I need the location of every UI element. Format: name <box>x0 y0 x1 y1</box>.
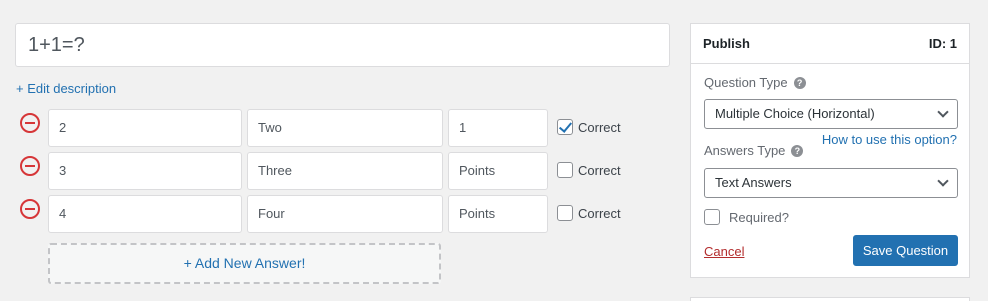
question-type-value: Multiple Choice (Horizontal) <box>715 106 875 121</box>
next-panel-edge <box>690 297 970 301</box>
required-toggle: Required? <box>704 209 789 225</box>
how-to-use-link[interactable]: How to use this option? <box>822 132 957 147</box>
answers-type-value: Text Answers <box>715 175 792 190</box>
correct-label: Correct <box>578 205 621 221</box>
answer-value-input[interactable]: 2 <box>48 109 242 147</box>
answer-value-input[interactable]: 3 <box>48 152 242 190</box>
chevron-down-icon <box>937 106 949 118</box>
chevron-down-icon <box>937 175 949 187</box>
publish-title: Publish <box>703 36 750 51</box>
publish-header: Publish ID: 1 <box>691 24 969 64</box>
question-title-input[interactable]: 1+1=? <box>15 23 670 67</box>
question-id: ID: 1 <box>928 36 957 51</box>
cancel-link[interactable]: Cancel <box>704 244 744 259</box>
correct-label: Correct <box>578 162 621 178</box>
answer-row: 3 Three Points Correct <box>20 152 640 190</box>
question-type-label: Question Type <box>704 75 788 90</box>
question-type-label-row: Question Type ? <box>704 75 806 90</box>
question-circle-icon[interactable]: ? <box>793 76 806 89</box>
answers-type-label-row: Answers Type ? <box>704 143 804 158</box>
edit-description-link[interactable]: + Edit description <box>16 81 116 96</box>
correct-checkbox[interactable] <box>557 119 573 135</box>
answer-text-input[interactable]: Four <box>247 195 443 233</box>
answer-value-input[interactable]: 4 <box>48 195 242 233</box>
answer-text-input[interactable]: Two <box>247 109 443 147</box>
remove-answer-icon[interactable] <box>20 199 40 219</box>
remove-answer-icon[interactable] <box>20 156 40 176</box>
correct-label: Correct <box>578 119 621 135</box>
answer-points-input[interactable]: Points <box>448 152 548 190</box>
correct-toggle: Correct <box>557 119 621 135</box>
question-circle-icon[interactable]: ? <box>791 144 804 157</box>
publish-panel: Publish ID: 1 Question Type ? Multiple C… <box>690 23 970 278</box>
answer-text-input[interactable]: Three <box>247 152 443 190</box>
question-type-select[interactable]: Multiple Choice (Horizontal) <box>704 99 958 129</box>
correct-checkbox[interactable] <box>557 162 573 178</box>
answer-row: 4 Four Points Correct <box>20 195 640 233</box>
remove-answer-icon[interactable] <box>20 113 40 133</box>
required-label: Required? <box>729 209 789 225</box>
add-new-answer-button[interactable]: + Add New Answer! <box>48 243 441 284</box>
answers-type-select[interactable]: Text Answers <box>704 168 958 198</box>
correct-toggle: Correct <box>557 162 621 178</box>
correct-toggle: Correct <box>557 205 621 221</box>
answer-points-input[interactable]: 1 <box>448 109 548 147</box>
save-question-button[interactable]: Save Question <box>853 235 958 266</box>
required-checkbox[interactable] <box>704 209 720 225</box>
answer-points-input[interactable]: Points <box>448 195 548 233</box>
correct-checkbox[interactable] <box>557 205 573 221</box>
answers-type-label: Answers Type <box>704 143 786 158</box>
answer-row: 2 Two 1 Correct <box>20 109 640 147</box>
